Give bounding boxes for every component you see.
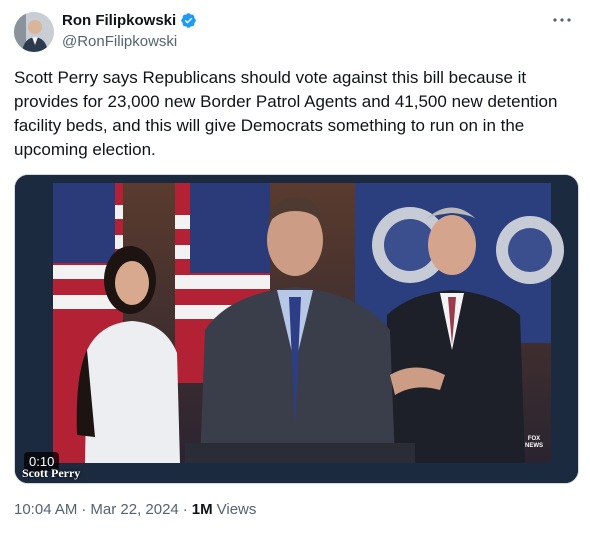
tweet-card: Ron Filipkowski @RonFilipkowski Scott Pe… — [0, 0, 590, 533]
handle[interactable]: @RonFilipkowski — [62, 33, 177, 50]
tweet-time[interactable]: 10:04 AM — [14, 501, 77, 518]
views-label: Views — [216, 501, 257, 518]
tweet-date[interactable]: Mar 22, 2024 — [90, 501, 178, 518]
display-name[interactable]: Ron Filipkowski — [62, 12, 176, 29]
verified-badge-icon — [180, 12, 197, 29]
network-logo: FOX NEWS — [525, 436, 543, 449]
meta-separator: · — [182, 501, 188, 518]
avatar[interactable] — [14, 12, 54, 52]
more-options-icon[interactable] — [550, 10, 574, 30]
tweet-text: Scott Perry says Republicans should vote… — [14, 68, 558, 159]
name-row: Ron Filipkowski — [62, 12, 197, 29]
tweet-meta: 10:04 AM · Mar 22, 2024 · 1M Views — [14, 501, 256, 518]
video-player[interactable] — [14, 174, 579, 484]
meta-separator: · — [81, 501, 87, 518]
video-chyron: Scott Perry — [22, 466, 81, 480]
views-count: 1M — [191, 501, 213, 518]
